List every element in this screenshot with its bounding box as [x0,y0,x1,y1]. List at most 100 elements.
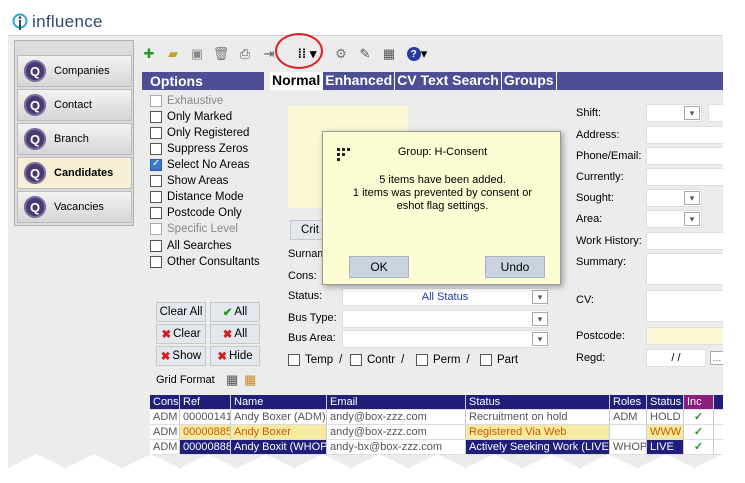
chevron-down-icon[interactable]: ▾ [684,191,700,205]
sidebar-item-branch[interactable]: Q Branch [17,123,132,155]
check-icon: ✓ [684,410,714,424]
tab-enhanced[interactable]: Enhanced [323,72,396,90]
option-specific-level[interactable]: Specific Level [150,223,238,235]
chevron-down-icon[interactable]: ▾ [684,212,700,226]
column-header[interactable]: Ref [180,395,231,409]
table-cell: ADM [610,410,647,424]
column-header[interactable]: Cons [150,395,180,409]
column-header[interactable]: Roles [610,395,647,409]
currently-input[interactable] [646,168,723,186]
summary-input[interactable] [646,253,723,285]
calculator-icon[interactable]: ▦ [380,45,398,63]
option-exhaustive[interactable]: Exhaustive [150,95,223,107]
column-header[interactable]: Status [466,395,610,409]
chevron-down-icon[interactable]: ▾ [532,312,548,326]
clear-all-x-button[interactable]: ✖ All [210,324,260,344]
checkbox[interactable] [150,207,162,219]
option-other-consultants[interactable]: Other Consultants [150,256,260,268]
contr-checkbox-row[interactable]: Contr / [350,354,410,366]
checkbox[interactable] [150,127,162,139]
grid-icon[interactable]: ▦ [226,372,238,388]
perm-checkbox-row[interactable]: Perm / [416,354,476,366]
chevron-down-icon[interactable]: ▾ [532,332,548,346]
new-record-icon[interactable]: ✚ [140,45,158,63]
option-show-areas[interactable]: Show Areas [150,175,228,187]
sidebar-item-contact[interactable]: Q Contact [17,89,132,121]
hide-button[interactable]: ✖ Hide [210,346,260,366]
work-history-input[interactable] [646,232,723,250]
address-input[interactable] [646,126,723,144]
option-select-no-areas[interactable]: Select No Areas [150,158,249,171]
gear-icon[interactable]: ⚙ [332,45,350,63]
checkbox[interactable] [150,256,162,268]
pencil-icon[interactable]: ✎ [356,45,374,63]
option-distance-mode[interactable]: Distance Mode [150,191,244,203]
table-cell: 00000885 [180,425,231,439]
checkbox[interactable] [150,240,162,252]
checkbox[interactable] [150,111,162,123]
tab-normal[interactable]: Normal [270,72,324,90]
chevron-down-icon[interactable]: ▾ [684,106,700,120]
status-select[interactable]: All Status [342,288,548,306]
influence-q-icon: Q [24,94,46,116]
regd-date-input[interactable]: / / [646,349,706,367]
bus-type-select[interactable] [342,310,548,328]
checkbox[interactable] [416,354,428,366]
checkbox[interactable] [150,158,162,171]
option-all-searches[interactable]: All Searches [150,240,232,252]
status-value: All Status [421,291,469,303]
shift-extra-field[interactable] [708,104,723,122]
chevron-down-icon[interactable]: ▾ [532,290,548,304]
table-row[interactable]: ADM 00000141 Andy Boxer (ADM) andy@box-z… [150,410,723,425]
temp-checkbox-row[interactable]: Temp / [288,354,348,366]
column-header[interactable]: Email [327,395,466,409]
checkbox[interactable] [150,191,162,203]
show-button[interactable]: ✖ Show [156,346,206,366]
table-row[interactable]: ADM 00000885 Andy Boxer andy@box-zzz.com… [150,425,723,440]
select-all-button[interactable]: ✔ All [210,302,260,322]
checkbox[interactable] [288,354,300,366]
clear-all-button[interactable]: Clear All [156,302,206,322]
checkbox[interactable] [150,143,162,155]
undo-button[interactable]: Undo [485,256,545,278]
sidebar-item-companies[interactable]: Q Companies [17,55,132,87]
option-only-marked[interactable]: Only Marked [150,111,232,123]
column-header[interactable]: Inc [684,395,714,409]
checkbox[interactable] [150,223,162,235]
bus-area-select[interactable] [342,330,548,348]
highlight-circle [275,33,323,69]
date-picker-icon[interactable]: … [710,351,723,365]
button-label: All [234,328,248,340]
column-header[interactable]: Status [647,395,684,409]
search-tabs: Normal Enhanced CV Text Search Groups [270,72,723,90]
table-row[interactable]: ADM 00000888 Andy Boxit (WHOP) andy-bx@b… [150,440,723,455]
checkbox-label: Temp [305,354,334,366]
cv-input[interactable] [646,290,723,322]
checkbox[interactable] [150,95,162,107]
option-suppress-zeros[interactable]: Suppress Zeros [150,143,248,155]
part-checkbox-row[interactable]: Part [480,354,518,366]
postcode-input[interactable] [646,327,723,345]
sidebar-item-candidates[interactable]: Q Candidates [17,157,132,189]
open-folder-icon[interactable]: ▰ [164,45,182,63]
help-icon[interactable]: ? ▾ [404,45,430,63]
tab-cv-text-search[interactable]: CV Text Search [395,72,502,90]
sidebar-item-vacancies[interactable]: Q Vacancies [17,191,132,223]
option-only-registered[interactable]: Only Registered [150,127,249,139]
option-postcode-only[interactable]: Postcode Only [150,207,242,219]
checkbox[interactable] [150,175,162,187]
tab-groups[interactable]: Groups [502,72,557,90]
work-history-label: Work History: [576,235,642,247]
checkbox[interactable] [350,354,362,366]
app-name: influence [32,12,103,31]
table-cell: Andy Boxit (WHOP) [231,440,327,454]
clear-button[interactable]: ✖ Clear [156,324,206,344]
grid-color-icon[interactable]: ▦ [244,372,256,388]
column-header[interactable]: Name [231,395,327,409]
print-icon[interactable]: ⎙ [236,45,254,63]
ok-button[interactable]: OK [349,256,409,278]
checkbox[interactable] [480,354,492,366]
delete-icon[interactable]: 🗑 [212,45,230,63]
save-icon[interactable]: ▣ [188,45,206,63]
phone-email-input[interactable] [646,147,723,165]
